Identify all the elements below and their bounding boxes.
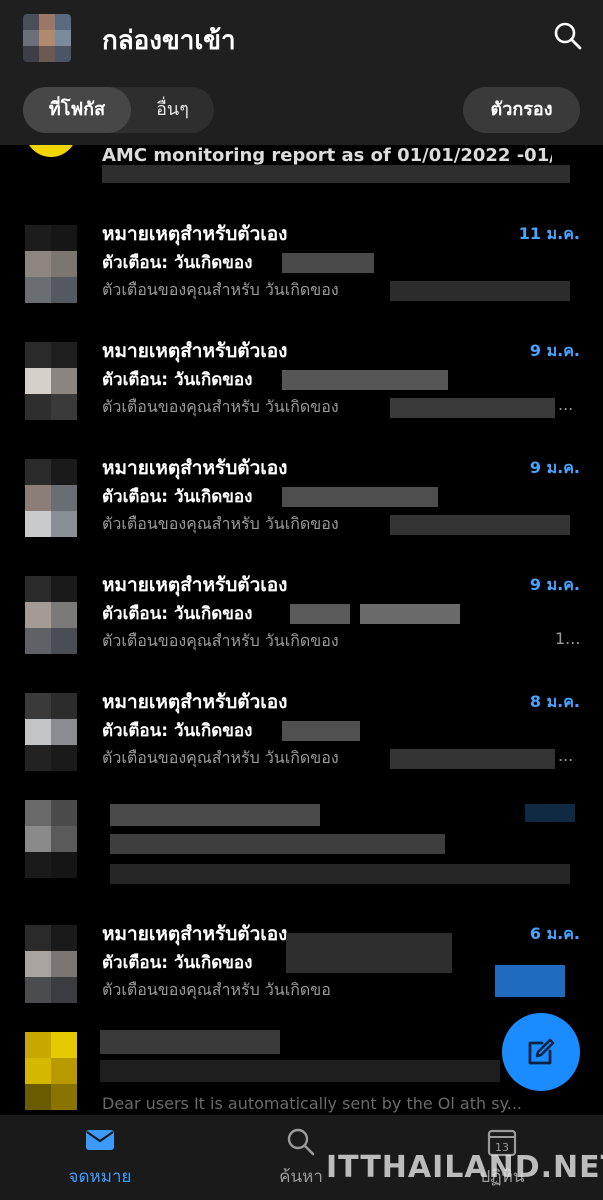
- message-subject: หมายเหตุสำหรับตัวเอง: [102, 340, 288, 362]
- message-subject: หมายเหตุสำหรับตัวเอง: [102, 923, 288, 945]
- nav-mail-label: จดหมาย: [68, 1167, 132, 1187]
- message-date: 11 ม.ค.: [518, 224, 580, 243]
- preview-tail: ...: [558, 746, 574, 765]
- inbox-tabs: ที่โฟกัส อื่นๆ: [23, 87, 214, 133]
- blurred-name: [286, 933, 452, 973]
- blurred-preview: [110, 864, 570, 884]
- message-date: 8 ม.ค.: [529, 692, 580, 711]
- blurred-sender: [110, 834, 445, 854]
- list-item[interactable]: AMC monitoring report as of 01/01/2022 -…: [0, 145, 603, 203]
- list-item[interactable]: หมายเหตุสำหรับตัวเอง 9 ม.ค. ตัวเตือน: วั…: [0, 320, 603, 437]
- search-icon: [554, 22, 582, 50]
- blurred-name: [290, 604, 350, 624]
- message-sender: ตัวเตือน: วันเกิดของ: [102, 253, 253, 273]
- message-preview: Dear users It is automatically sent by t…: [102, 1094, 523, 1113]
- avatar: [25, 800, 77, 878]
- blurred-preview: [495, 965, 565, 997]
- blurred-preview: [102, 165, 570, 183]
- blurred-name: [282, 721, 360, 741]
- message-preview: ตัวเตือนของคุณสำหรับ วันเกิดของ: [102, 397, 339, 416]
- blurred-sender: [100, 1060, 500, 1082]
- list-item[interactable]: หมายเหตุสำหรับตัวเอง 9 ม.ค. ตัวเตือน: วั…: [0, 437, 603, 554]
- account-avatar[interactable]: [23, 14, 71, 62]
- blurred-name: [282, 487, 438, 507]
- message-date: 9 ม.ค.: [529, 575, 580, 594]
- search-button[interactable]: [552, 20, 584, 52]
- avatar: [25, 342, 77, 420]
- nav-mail[interactable]: จดหมาย: [30, 1115, 170, 1200]
- avatar: [25, 1032, 77, 1110]
- outlook-app: กล่องขาเข้า ที่โฟกัส อื่นๆ ตัวกรอง AMC m…: [0, 0, 603, 1200]
- message-date: 9 ม.ค.: [529, 458, 580, 477]
- blurred-name: [360, 604, 460, 624]
- blurred-name: [282, 370, 448, 390]
- message-preview: ตัวเตือนของคุณสำหรับ วันเกิดของ: [102, 280, 339, 299]
- blurred-preview: [390, 515, 570, 535]
- message-sender: ตัวเตือน: วันเกิดของ: [102, 953, 253, 973]
- compose-icon: [528, 1038, 555, 1065]
- list-item[interactable]: [0, 788, 603, 908]
- message-list[interactable]: AMC monitoring report as of 01/01/2022 -…: [0, 145, 603, 1115]
- message-subject: AMC monitoring report as of 01/01/2022 -…: [102, 145, 552, 166]
- blurred-preview: [390, 749, 555, 769]
- blurred-subject: [100, 1030, 280, 1054]
- avatar: [25, 459, 77, 537]
- avatar: [25, 225, 77, 303]
- message-preview: ตัวเตือนของคุณสำหรับ วันเกิดขอ: [102, 980, 331, 999]
- blurred-subject: [110, 804, 320, 826]
- avatar: [25, 145, 77, 157]
- message-subject: หมายเหตุสำหรับตัวเอง: [102, 574, 288, 596]
- list-item[interactable]: หมายเหตุสำหรับตัวเอง 9 ม.ค. ตัวเตือน: วั…: [0, 554, 603, 671]
- blurred-preview: [390, 281, 570, 301]
- message-preview: ตัวเตือนของคุณสำหรับ วันเกิดของ: [102, 748, 339, 767]
- list-item[interactable]: หมายเหตุสำหรับตัวเอง 11 ม.ค. ตัวเตือน: ว…: [0, 203, 603, 320]
- avatar: [25, 693, 77, 771]
- message-subject: หมายเหตุสำหรับตัวเอง: [102, 223, 288, 245]
- message-preview: ตัวเตือนของคุณสำหรับ วันเกิดของ: [102, 514, 339, 533]
- list-item[interactable]: หมายเหตุสำหรับตัวเอง 8 ม.ค. ตัวเตือน: วั…: [0, 671, 603, 788]
- avatar: [25, 925, 77, 1003]
- tab-other[interactable]: อื่นๆ: [131, 87, 214, 133]
- app-header: กล่องขาเข้า ที่โฟกัส อื่นๆ ตัวกรอง: [0, 0, 603, 145]
- blurred-preview: [390, 398, 555, 418]
- message-subject: หมายเหตุสำหรับตัวเอง: [102, 691, 288, 713]
- message-subject: หมายเหตุสำหรับตัวเอง: [102, 457, 288, 479]
- mail-icon: [86, 1130, 114, 1150]
- message-sender: ตัวเตือน: วันเกิดของ: [102, 487, 253, 507]
- compose-button[interactable]: [502, 1013, 580, 1091]
- avatar: [25, 576, 77, 654]
- message-sender: ตัวเตือน: วันเกิดของ: [102, 370, 253, 390]
- message-date: 6 ม.ค.: [529, 924, 580, 943]
- preview-tail: ...: [558, 395, 574, 414]
- page-title: กล่องขาเข้า: [102, 26, 236, 56]
- message-sender: ตัวเตือน: วันเกิดของ: [102, 604, 253, 624]
- message-date: 9 ม.ค.: [529, 341, 580, 360]
- filter-button[interactable]: ตัวกรอง: [463, 87, 580, 133]
- preview-tail: 1...: [555, 629, 581, 648]
- message-sender: ตัวเตือน: วันเกิดของ: [102, 721, 253, 741]
- blurred-name: [282, 253, 374, 273]
- search-icon: [287, 1128, 315, 1156]
- list-item[interactable]: หมายเหตุสำหรับตัวเอง 6 ม.ค. ตัวเตือน: วั…: [0, 903, 603, 1020]
- blurred-date: [525, 804, 575, 822]
- message-preview: ตัวเตือนของคุณสำหรับ วันเกิดของ: [102, 631, 339, 650]
- tab-focused[interactable]: ที่โฟกัส: [23, 87, 131, 133]
- watermark: ITTHAILAND.NET: [326, 1150, 603, 1185]
